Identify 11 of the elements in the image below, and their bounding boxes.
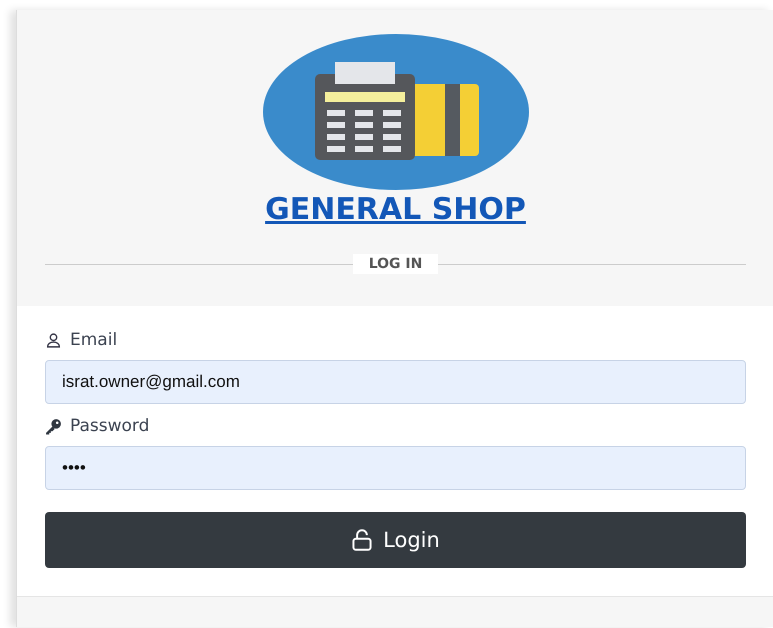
key-icon: [45, 418, 62, 434]
email-field[interactable]: israt.owner@gmail.com: [45, 360, 746, 404]
login-button[interactable]: Login: [45, 512, 746, 568]
user-icon: [45, 332, 62, 348]
password-field[interactable]: ••••: [45, 446, 746, 490]
shop-title-link[interactable]: GENERAL SHOP: [265, 192, 526, 228]
unlock-icon: [351, 529, 374, 551]
field-label: Password: [70, 416, 150, 436]
section-label: LOG IN: [352, 254, 438, 274]
field-label: Email: [70, 330, 118, 350]
cash-register-logo-icon: [262, 32, 528, 192]
